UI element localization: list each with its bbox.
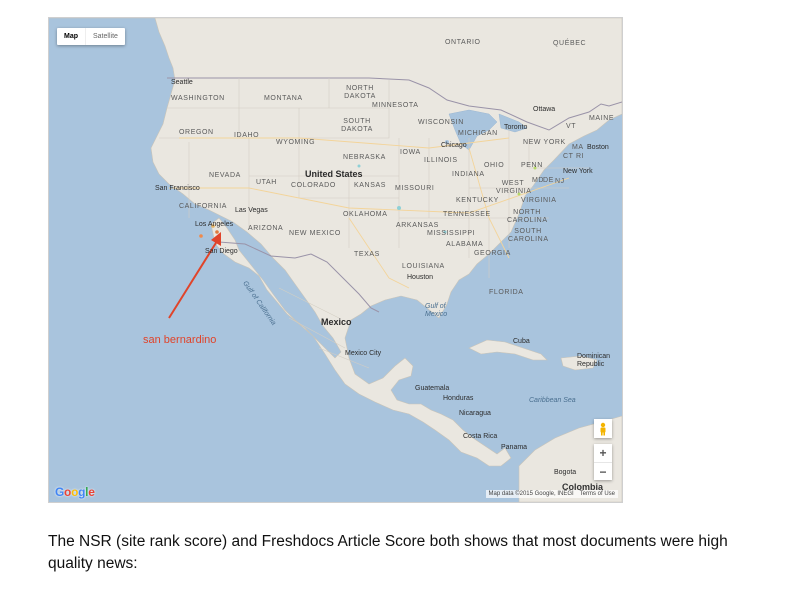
label-oklahoma: OKLAHOMA [343, 211, 388, 218]
zoom-control: + − [594, 444, 612, 480]
terms-of-use-link[interactable]: Terms of Use [580, 491, 615, 497]
label-alabama: ALABAMA [446, 241, 484, 248]
label-ct-ri: CT RI [563, 153, 585, 160]
google-logo[interactable]: Google [55, 485, 95, 499]
label-iowa: IOWA [400, 149, 421, 156]
label-kansas: KANSAS [354, 182, 386, 189]
label-virginia: VIRGINIA [521, 197, 557, 204]
map-type-map-button[interactable]: Map [57, 28, 85, 45]
label-north-dakota: NORTH DAKOTA [344, 85, 376, 100]
data-marker [357, 164, 361, 168]
label-louisiana: LOUISIANA [402, 263, 445, 270]
map-view[interactable]: ONTARIO QUÉBEC Seattle WASHINGTON MONTAN… [48, 17, 623, 503]
annotation-arrow [168, 232, 221, 319]
label-west-virginia: WEST VIRGINIA [496, 180, 532, 195]
label-indiana: INDIANA [452, 171, 485, 178]
label-vt: VT [566, 123, 577, 130]
label-minnesota: MINNESOTA [372, 102, 419, 109]
label-illinois: ILLINOIS [424, 157, 458, 164]
label-cuba: Cuba [513, 338, 530, 345]
label-kentucky: KENTUCKY [456, 197, 499, 204]
label-boston: Boston [587, 144, 609, 151]
label-arizona: ARIZONA [248, 225, 284, 232]
label-nebraska: NEBRASKA [343, 154, 386, 161]
attribution-text: Map data ©2015 Google, INEGI [488, 491, 574, 497]
label-ohio: OHIO [484, 162, 505, 169]
data-marker [215, 230, 219, 234]
map-type-satellite-button[interactable]: Satellite [85, 28, 125, 45]
label-los-angeles: Los Angeles [195, 221, 234, 228]
label-north-carolina: NORTH CAROLINA [507, 209, 548, 224]
street-view-pegman-icon[interactable] [594, 419, 612, 438]
caption-paragraph: The NSR (site rank score) and Freshdocs … [48, 533, 728, 572]
map-canvas[interactable] [49, 18, 622, 502]
label-seattle: Seattle [171, 79, 193, 86]
label-guatemala: Guatemala [415, 385, 450, 392]
label-honduras: Honduras [443, 395, 474, 402]
label-michigan: MICHIGAN [458, 130, 498, 137]
label-wisconsin: WISCONSIN [418, 119, 464, 126]
label-ottawa: Ottawa [533, 106, 556, 113]
label-quebec: QUÉBEC [553, 40, 587, 47]
label-idaho: IDAHO [234, 132, 260, 139]
label-oregon: OREGON [179, 129, 214, 136]
label-panama: Panama [501, 444, 528, 451]
label-ma: MA [572, 144, 584, 151]
label-ontario: ONTARIO [445, 39, 481, 46]
label-houston: Houston [407, 274, 434, 281]
label-gulf-of-mexico: Gulf of Mexico [425, 303, 448, 318]
cuba-land [468, 339, 548, 361]
label-mississippi: MISSISSIPPI [427, 230, 476, 237]
zoom-out-button[interactable]: − [594, 462, 612, 480]
label-tennessee: TENNESSEE [443, 211, 491, 218]
label-penn: PENN [521, 162, 543, 169]
label-new-york-city: New York [563, 168, 593, 175]
label-maine: MAINE [589, 115, 615, 122]
label-new-york: NEW YORK [523, 139, 566, 146]
label-toronto: Toronto [504, 124, 528, 131]
label-california: CALIFORNIA [179, 203, 228, 210]
label-san-francisco: San Francisco [155, 185, 200, 192]
label-south-dakota: SOUTH DAKOTA [341, 118, 373, 133]
label-arkansas: ARKANSAS [396, 222, 439, 229]
label-de: DE [543, 177, 554, 184]
data-marker [397, 206, 401, 210]
label-mexico: Mexico [321, 317, 352, 327]
label-florida: FLORIDA [489, 289, 524, 296]
label-missouri: MISSOURI [395, 185, 435, 192]
label-new-mexico: NEW MEXICO [289, 230, 341, 237]
annotation-label: san bernardino [143, 334, 217, 346]
label-bogota: Bogota [554, 469, 577, 476]
map-type-control: Map Satellite [57, 28, 125, 45]
label-nj: NJ [555, 178, 565, 185]
label-washington: WASHINGTON [171, 95, 225, 102]
label-nevada: NEVADA [209, 172, 241, 179]
label-costa-rica: Costa Rica [463, 433, 498, 440]
label-montana: MONTANA [264, 95, 303, 102]
map-attribution: Map data ©2015 Google, INEGI Terms of Use [485, 490, 618, 498]
label-nicaragua: Nicaragua [459, 410, 491, 417]
label-united-states: United States [305, 169, 363, 179]
label-mexico-city: Mexico City [345, 350, 382, 357]
label-dominican-republic: Dominican Republic [577, 353, 611, 368]
label-caribbean-sea: Caribbean Sea [529, 397, 576, 404]
label-georgia: GEORGIA [474, 250, 511, 257]
label-las-vegas: Las Vegas [235, 207, 268, 214]
label-chicago: Chicago [441, 142, 467, 149]
label-utah: UTAH [256, 179, 277, 186]
label-wyoming: WYOMING [276, 139, 316, 146]
label-texas: TEXAS [354, 251, 380, 258]
label-san-diego: San Diego [205, 248, 238, 255]
label-south-carolina: SOUTH CAROLINA [508, 228, 549, 243]
data-marker [199, 234, 203, 238]
zoom-in-button[interactable]: + [594, 444, 612, 462]
label-colorado: COLORADO [291, 182, 336, 189]
